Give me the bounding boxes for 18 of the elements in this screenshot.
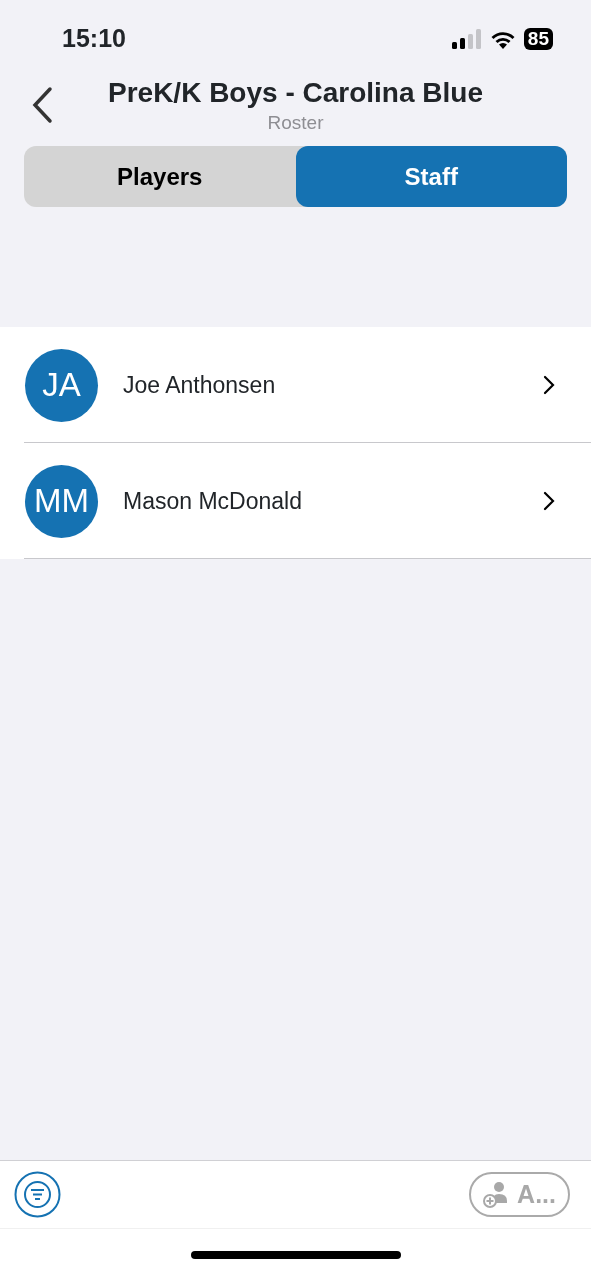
page-subtitle: Roster [267, 111, 324, 135]
chevron-icon [543, 375, 555, 395]
segment-tab[interactable]: Staff [295, 146, 567, 207]
staff-name: Joe Anthonsen [123, 370, 277, 400]
avatar: MM [25, 464, 98, 538]
wifi-icon [489, 29, 516, 49]
segment-tab[interactable]: Players [24, 146, 296, 207]
back-icon[interactable] [30, 86, 54, 124]
page-title: PreK/K Boys - Carolina Blue [108, 78, 483, 109]
avatar: JA [25, 348, 98, 422]
chevron-icon [543, 491, 555, 511]
staff-row[interactable]: JA Joe Anthonsen [0, 327, 591, 443]
battery-icon: 85 [523, 28, 553, 50]
status-time: 15:10 [62, 23, 126, 55]
filter-icon[interactable] [14, 1171, 61, 1218]
staff-name: Mason McDonald [123, 486, 303, 516]
staff-row[interactable]: MM Mason McDonald [0, 443, 591, 559]
signal-icon [451, 29, 482, 49]
